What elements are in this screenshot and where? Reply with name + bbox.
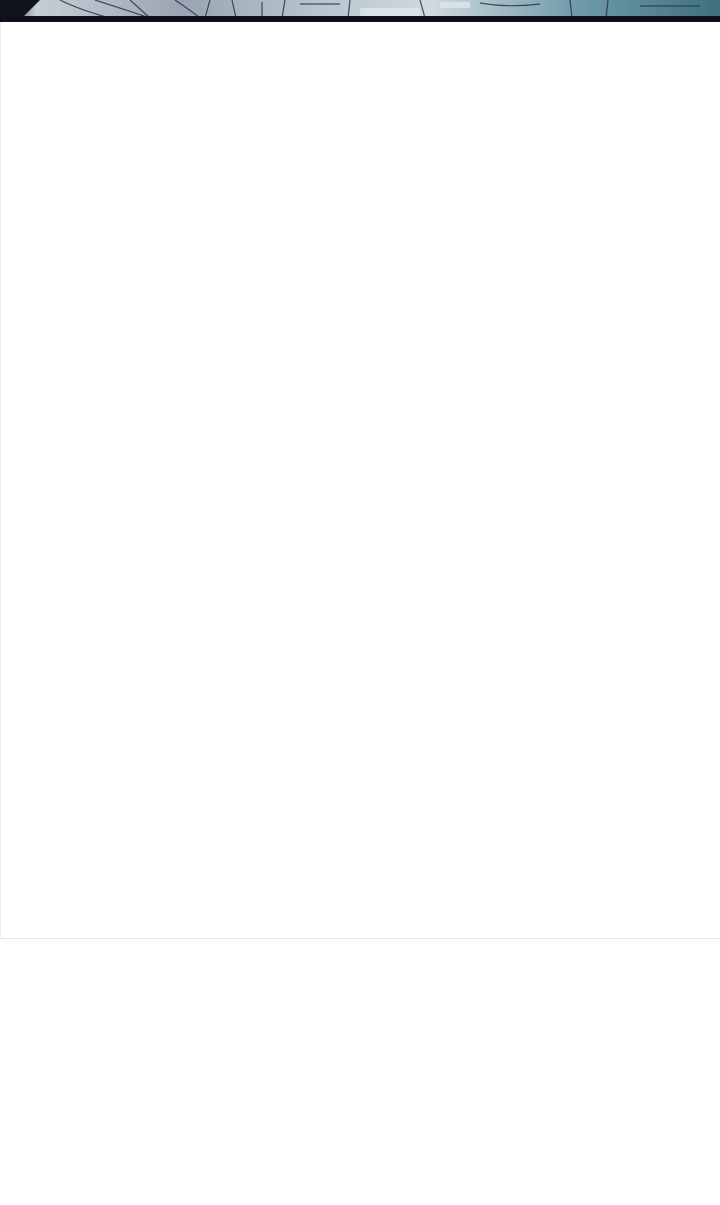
page <box>0 0 720 1205</box>
blank-panel <box>0 22 720 939</box>
comic-artwork-fragment-icon <box>0 0 720 22</box>
comic-artwork-strip <box>0 0 720 22</box>
lower-blank-area <box>0 939 720 1205</box>
